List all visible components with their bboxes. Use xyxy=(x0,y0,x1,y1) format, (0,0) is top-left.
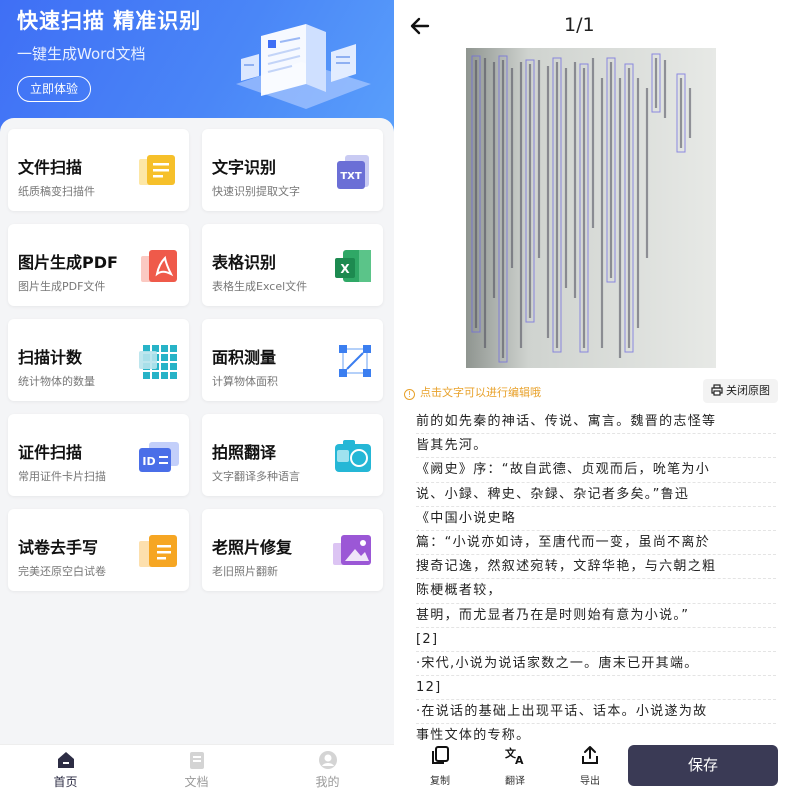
app-screens: 快速扫描 精准识别 一键生成Word文档 立即体验 文件扫描 纸质稿变扫描件 文… xyxy=(0,0,786,793)
document-icon xyxy=(189,752,204,769)
tool-desc: 完美还原空白试卷 xyxy=(18,565,106,578)
tool-desc: 计算物体面积 xyxy=(212,375,278,388)
bottom-tab-bar: 首页 文档 我的 xyxy=(0,744,394,793)
tab-documents[interactable]: 文档 xyxy=(131,745,262,793)
user-icon xyxy=(318,751,337,769)
try-now-button[interactable]: 立即体验 xyxy=(17,76,91,102)
document-scan-icon xyxy=(139,155,175,185)
pdf-file-icon xyxy=(141,250,177,282)
tool-card-table-ocr[interactable]: 表格识别 表格生成Excel文件 X xyxy=(202,224,383,306)
tool-desc: 图片生成PDF文件 xyxy=(18,280,106,293)
tab-home[interactable]: 首页 xyxy=(0,745,131,793)
tool-desc: 表格生成Excel文件 xyxy=(212,280,308,293)
translate-icon: 文 A xyxy=(505,746,524,766)
tool-title: 证件扫描 xyxy=(18,443,83,462)
ocr-line[interactable]: 前的如先秦的神话、传说、寓言。魏晋的志怪等 xyxy=(416,410,776,435)
tool-card-scan-count[interactable]: 扫描计数 统计物体的数量 xyxy=(8,319,189,401)
export-icon xyxy=(582,746,598,764)
area-measure-icon xyxy=(339,345,371,377)
tool-card-id-scan[interactable]: 证件扫描 常用证件卡片扫描 ID xyxy=(8,414,189,496)
tool-card-file-scan[interactable]: 文件扫描 纸质稿变扫描件 xyxy=(8,129,189,211)
tool-title: 拍照翻译 xyxy=(212,443,277,462)
copy-button[interactable]: 复制 xyxy=(420,744,460,787)
ocr-line[interactable]: 说、小録、稗史、杂録、杂记者多矣。”鲁迅 xyxy=(416,483,776,507)
id-card-icon: ID xyxy=(139,442,179,472)
tool-card-photo-translate[interactable]: 拍照翻译 文字翻译多种语言 xyxy=(202,414,383,496)
ocr-line[interactable]: 皆其先河。 xyxy=(416,434,776,459)
export-label: 导出 xyxy=(580,776,600,787)
tool-title: 文字识别 xyxy=(212,158,277,177)
info-icon: ! xyxy=(404,389,415,400)
printer-icon xyxy=(711,384,723,396)
ocr-line[interactable]: 12] xyxy=(416,676,776,701)
translate-camera-icon xyxy=(335,440,371,472)
txt-file-icon: TXT xyxy=(337,155,369,189)
tool-desc: 纸质稿变扫描件 xyxy=(18,185,95,198)
home-icon xyxy=(57,752,74,768)
home-screen: 快速扫描 精准识别 一键生成Word文档 立即体验 文件扫描 纸质稿变扫描件 文… xyxy=(0,0,394,793)
back-arrow-icon[interactable] xyxy=(408,14,432,38)
ocr-line[interactable]: 陈梗概者较， xyxy=(416,579,776,604)
photo-restore-icon xyxy=(333,535,371,565)
tool-card-image-to-pdf[interactable]: 图片生成PDF 图片生成PDF文件 xyxy=(8,224,189,306)
ocr-line[interactable]: ·宋代,小说为说话家数之一。唐末已开其端。 xyxy=(416,652,776,677)
ocr-line[interactable]: 搜奇记逸，然叙述宛转，文辞华艳，与六朝之粗 xyxy=(416,555,776,580)
excel-file-icon: X xyxy=(335,250,371,282)
tab-label: 首页 xyxy=(53,775,78,789)
tool-desc: 老旧照片翻新 xyxy=(212,565,278,578)
tool-title: 老照片修复 xyxy=(212,538,293,557)
tool-desc: 文字翻译多种语言 xyxy=(212,470,300,483)
svg-text:ID: ID xyxy=(142,455,155,468)
tool-title: 扫描计数 xyxy=(18,348,83,367)
svg-text:TXT: TXT xyxy=(340,171,362,182)
translate-label: 翻译 xyxy=(505,776,525,787)
svg-text:X: X xyxy=(340,262,350,276)
tool-card-text-ocr[interactable]: 文字识别 快速识别提取文字 TXT xyxy=(202,129,383,211)
page-counter: 1/1 xyxy=(564,14,595,36)
tool-desc: 快速识别提取文字 xyxy=(212,185,300,198)
document-illustration xyxy=(236,24,371,109)
ocr-line[interactable]: 《中国小说史略 xyxy=(416,507,776,531)
tool-desc: 统计物体的数量 xyxy=(18,375,95,388)
copy-label: 复制 xyxy=(430,776,450,787)
ocr-text-editor[interactable]: 前的如先秦的神话、传说、寓言。魏晋的志怪等 皆其先河。 《阙史》序：“故自武德、… xyxy=(416,410,776,749)
tab-label: 文档 xyxy=(184,775,209,789)
copy-icon xyxy=(432,746,449,764)
exam-paper-icon xyxy=(139,535,177,567)
banner-title: 快速扫描 精准识别 xyxy=(17,9,202,33)
tool-title: 文件扫描 xyxy=(18,158,83,177)
action-bar: 复制 文 A 翻译 导出 保存 xyxy=(394,740,786,793)
close-original-label: 关闭原图 xyxy=(726,384,770,397)
export-button[interactable]: 导出 xyxy=(570,744,610,787)
ocr-line[interactable]: 甚明，而尤显者乃在是时则始有意为小说。” xyxy=(416,604,776,628)
ocr-line[interactable]: 《阙史》序：“故自武德、贞观而后，吮笔为小 xyxy=(416,458,776,483)
tool-card-exam-clean[interactable]: 试卷去手写 完美还原空白试卷 xyxy=(8,509,189,591)
tool-title: 图片生成PDF xyxy=(18,253,118,272)
tool-card-area-measure[interactable]: 面积测量 计算物体面积 xyxy=(202,319,383,401)
banner-subtitle: 一键生成Word文档 xyxy=(17,45,146,63)
tool-title: 试卷去手写 xyxy=(18,538,99,557)
svg-text:A: A xyxy=(515,754,524,766)
tab-profile[interactable]: 我的 xyxy=(262,745,393,793)
edit-hint: ! 点击文字可以进行编辑哦 xyxy=(404,384,541,400)
close-original-button[interactable]: 关闭原图 xyxy=(703,379,778,403)
tool-card-photo-restore[interactable]: 老照片修复 老旧照片翻新 xyxy=(202,509,383,591)
tool-title: 面积测量 xyxy=(212,348,277,367)
ocr-line[interactable]: [2] xyxy=(416,628,776,652)
edit-hint-text: 点击文字可以进行编辑哦 xyxy=(420,386,541,399)
ocr-result-screen: 1/1 ! 点击文字可以进行编辑哦 关闭原图 前的如先秦的神话、传说、寓言。魏晋… xyxy=(394,0,786,793)
tool-desc: 常用证件卡片扫描 xyxy=(18,470,106,483)
count-grid-icon xyxy=(139,345,177,379)
ocr-line[interactable]: 篇：“小说亦如诗，至唐代而一变，虽尚不离於 xyxy=(416,531,776,556)
original-photo xyxy=(466,48,716,368)
tools-grid: 文件扫描 纸质稿变扫描件 文字识别 快速识别提取文字 TXT 图片生成PDF 图… xyxy=(0,118,394,748)
save-button[interactable]: 保存 xyxy=(628,745,778,786)
ocr-line[interactable]: ·在说话的基础上出现平话、话本。小说遂为故 xyxy=(416,700,776,725)
tab-label: 我的 xyxy=(315,775,340,789)
translate-button[interactable]: 文 A 翻译 xyxy=(495,744,535,787)
tool-title: 表格识别 xyxy=(212,253,277,272)
